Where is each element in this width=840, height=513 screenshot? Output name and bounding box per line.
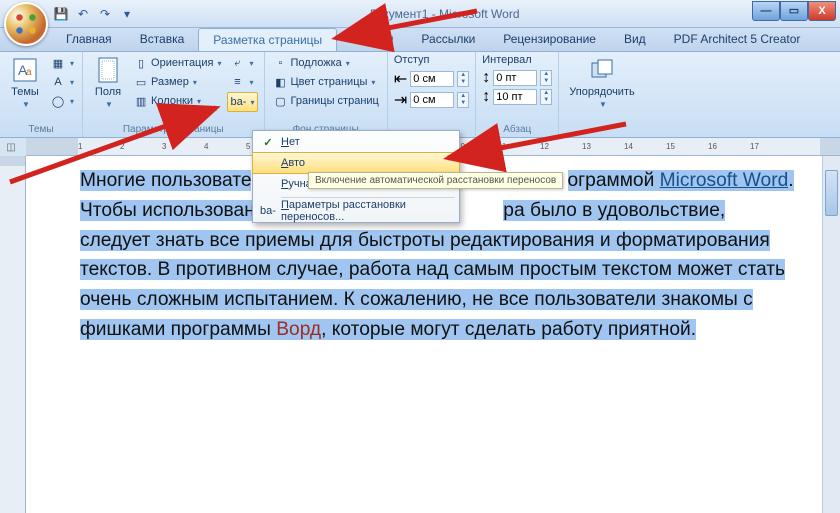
- vertical-ruler[interactable]: [0, 156, 26, 513]
- maximize-button[interactable]: ▭: [780, 1, 808, 21]
- line-numbers-icon: ≡: [229, 74, 245, 90]
- svg-text:a: a: [26, 67, 32, 78]
- titlebar: 💾 ↶ ↷ ▾ Документ1 - Microsoft Word — ▭ X: [0, 0, 840, 28]
- themes-button[interactable]: Aa Темы▼: [6, 54, 44, 111]
- group-indent: Отступ ⇤ ▲▼ ⇥ ▲▼: [388, 52, 476, 137]
- page-color-icon: ◧: [273, 74, 289, 90]
- spacing-after-icon: ↕: [482, 88, 490, 106]
- indent-heading: Отступ: [394, 54, 469, 66]
- qat-more-icon[interactable]: ▾: [118, 5, 136, 23]
- theme-fonts-button[interactable]: A▾: [48, 73, 76, 91]
- group-page-setup-label: Параметры страницы: [89, 123, 257, 137]
- hyphenation-icon: ba‑: [230, 94, 246, 110]
- orientation-icon: ▯: [133, 55, 149, 71]
- hyphenation-button[interactable]: ba‑▾: [227, 92, 257, 112]
- spacing-after-input[interactable]: [493, 89, 537, 105]
- tab-view[interactable]: Вид: [610, 28, 660, 51]
- page-borders-button[interactable]: ▢Границы страниц: [271, 92, 381, 110]
- columns-button[interactable]: ▥Колонки▾: [131, 92, 223, 110]
- close-button[interactable]: X: [808, 1, 836, 21]
- page-borders-icon: ▢: [273, 93, 289, 109]
- margins-button[interactable]: Поля▼: [89, 54, 127, 111]
- window-buttons: — ▭ X: [752, 1, 836, 21]
- page-color-button[interactable]: ◧Цвет страницы▾: [271, 73, 381, 91]
- theme-effects-button[interactable]: ◯▾: [48, 92, 76, 110]
- tab-references[interactable]: Ссылки: [337, 28, 407, 51]
- minimize-button[interactable]: —: [752, 1, 780, 21]
- app-name: Microsoft Word: [439, 7, 519, 21]
- tab-mailings[interactable]: Рассылки: [407, 28, 489, 51]
- arrange-icon: [588, 56, 616, 84]
- hyphen-none[interactable]: ✓ Нет: [253, 131, 459, 153]
- arrange-label: Упорядочить: [569, 86, 634, 98]
- check-icon: ✓: [257, 136, 279, 149]
- hyphenation-icon: ba‑: [257, 205, 279, 217]
- tab-home[interactable]: Главная: [52, 28, 126, 51]
- undo-icon[interactable]: ↶: [74, 5, 92, 23]
- group-spacing-label: Абзац: [482, 123, 552, 137]
- indent-left-icon: ⇤: [394, 69, 407, 89]
- indent-right[interactable]: ⇥ ▲▼: [394, 90, 469, 110]
- themes-label: Темы: [11, 86, 39, 98]
- office-button[interactable]: [4, 2, 48, 46]
- vertical-scrollbar[interactable]: [822, 156, 840, 513]
- watermark-button[interactable]: ▫Подложка▾: [271, 54, 381, 72]
- tab-pdf-architect[interactable]: PDF Architect 5 Creator: [660, 28, 815, 51]
- tab-insert[interactable]: Вставка: [126, 28, 199, 51]
- group-themes-label: Темы: [6, 123, 76, 137]
- spinner-icon[interactable]: ▲▼: [457, 92, 469, 108]
- group-arrange-label: [565, 123, 638, 137]
- effects-icon: ◯: [50, 93, 66, 109]
- spacing-before-input[interactable]: [493, 70, 537, 86]
- theme-colors-button[interactable]: ▦▾: [48, 54, 76, 72]
- indent-right-icon: ⇥: [394, 90, 407, 110]
- orientation-button[interactable]: ▯Ориентация▾: [131, 54, 223, 72]
- arrange-button[interactable]: Упорядочить▼: [565, 54, 638, 111]
- group-page-background: ▫Подложка▾ ◧Цвет страницы▾ ▢Границы стра…: [265, 52, 388, 137]
- window-title: Документ1 - Microsoft Word: [136, 7, 752, 21]
- word-vord: Ворд: [276, 319, 321, 340]
- ribbon: Aa Темы▼ ▦▾ A▾ ◯▾ Темы Поля▼ ▯Ориентация…: [0, 52, 840, 138]
- save-icon[interactable]: 💾: [52, 5, 70, 23]
- tab-review[interactable]: Рецензирование: [489, 28, 610, 51]
- tooltip: Включение автоматической расстановки пер…: [308, 172, 563, 189]
- font-icon: A: [50, 74, 66, 90]
- tab-page-layout[interactable]: Разметка страницы: [198, 28, 337, 51]
- ribbon-tabs: Главная Вставка Разметка страницы Ссылки…: [0, 28, 840, 52]
- link-msword[interactable]: Microsoft Word: [660, 170, 789, 191]
- redo-icon[interactable]: ↷: [96, 5, 114, 23]
- group-page-setup: Поля▼ ▯Ориентация▾ ▭Размер▾ ▥Колонки▾ ⤶▾…: [83, 52, 264, 137]
- spacing-before-icon: ↕: [482, 69, 490, 87]
- spinner-icon[interactable]: ▲▼: [540, 70, 552, 86]
- margins-label: Поля: [95, 86, 121, 98]
- separator: [281, 197, 455, 198]
- indent-left[interactable]: ⇤ ▲▼: [394, 69, 469, 89]
- spinner-icon[interactable]: ▲▼: [540, 89, 552, 105]
- ruler-corner: ◫: [3, 140, 19, 154]
- margins-icon: [94, 56, 122, 84]
- size-icon: ▭: [133, 74, 149, 90]
- spacing-heading: Интервал: [482, 54, 552, 66]
- watermark-icon: ▫: [273, 55, 289, 71]
- size-button[interactable]: ▭Размер▾: [131, 73, 223, 91]
- line-numbers-button[interactable]: ≡▾: [227, 73, 257, 91]
- indent-left-input[interactable]: [410, 71, 454, 87]
- group-themes: Aa Темы▼ ▦▾ A▾ ◯▾ Темы: [0, 52, 83, 137]
- doc-name: Документ1: [368, 7, 428, 21]
- hyphen-options[interactable]: ba‑ Параметры расстановки переносов...: [253, 200, 459, 222]
- spacing-after[interactable]: ↕ ▲▼: [482, 88, 552, 106]
- themes-icon: Aa: [11, 56, 39, 84]
- scrollbar-thumb[interactable]: [825, 170, 838, 216]
- spinner-icon[interactable]: ▲▼: [457, 71, 469, 87]
- breaks-icon: ⤶: [229, 55, 245, 71]
- hyphen-auto[interactable]: Авто: [252, 152, 460, 174]
- spacing-before[interactable]: ↕ ▲▼: [482, 69, 552, 87]
- breaks-button[interactable]: ⤶▾: [227, 54, 257, 72]
- indent-right-input[interactable]: [410, 92, 454, 108]
- group-arrange: Упорядочить▼: [559, 52, 644, 137]
- columns-icon: ▥: [133, 93, 149, 109]
- palette-icon: ▦: [50, 55, 66, 71]
- group-spacing: Интервал ↕ ▲▼ ↕ ▲▼ Абзац: [476, 52, 559, 137]
